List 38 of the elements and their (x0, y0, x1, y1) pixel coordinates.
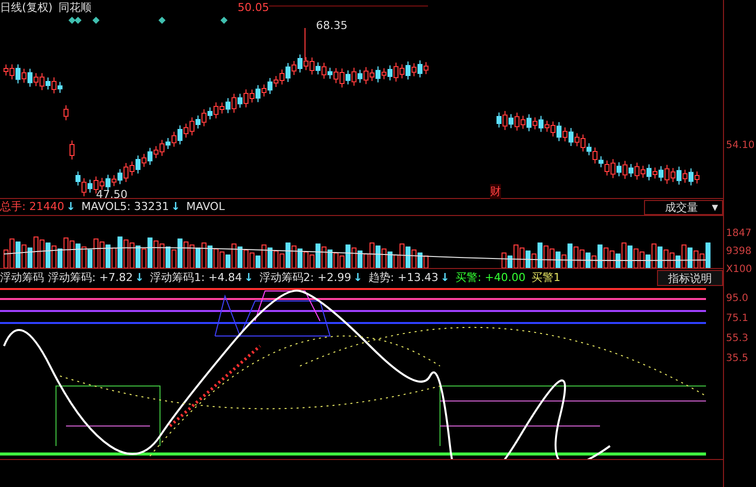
diamond-icon (220, 16, 228, 24)
dropdown-caret-icon: ▼ (712, 202, 718, 212)
indicator-dropdown[interactable]: 成交量 ▼ (644, 200, 723, 214)
high-price-leader-line (304, 28, 306, 60)
low-price-label: 47.50 (96, 188, 128, 201)
indicator-axis-label: 75.1 (726, 313, 748, 324)
indicator-axis-label: 35.5 (726, 353, 748, 364)
diamond-icon (92, 16, 100, 24)
finance-marker: 财 (490, 184, 501, 199)
indicator-reading: 买警1 (531, 270, 560, 284)
dropdown-label: 成交量 (664, 200, 698, 214)
down-arrow-icon: ↓ (353, 270, 362, 284)
indicator-reading: MAVOL5: 33231 (81, 200, 170, 214)
indicator-reading: 买警: +40.00 (456, 270, 526, 284)
volume-axis-label: 9398 (726, 246, 752, 257)
volume-axis-label: 1847 (726, 228, 752, 239)
down-arrow-icon: ↓ (134, 270, 144, 284)
diamond-icon (158, 16, 166, 24)
down-arrow-icon: ↓ (440, 270, 450, 284)
indicator-help-button[interactable]: 指标说明 (657, 270, 723, 286)
indicator-name: 浮动筹码 (0, 270, 44, 285)
indicator-reading: 浮动筹码: +7.82 (48, 270, 133, 284)
indicator-reading: 趋势: +13.43 (368, 270, 438, 284)
volume-axis-label: X100 (726, 264, 752, 275)
price-reading: 50.05 (238, 0, 270, 14)
indicator-reading: 浮动筹码2: +2.99 (259, 270, 352, 284)
indicator-reading: 浮动筹码1: +4.84 (150, 270, 242, 284)
down-arrow-icon: ↓ (66, 200, 76, 214)
indicator-reading: 总手: 21440 (0, 200, 64, 214)
high-price-label: 68.35 (316, 19, 348, 32)
price-axis-label: 54.10 (726, 140, 755, 151)
down-arrow-icon: ↓ (244, 270, 254, 284)
indicator-axis-label: 95.0 (726, 293, 748, 304)
down-arrow-icon: ↓ (171, 200, 180, 214)
app-name: 同花顺 (58, 0, 92, 14)
indicator-axis-label: 55.3 (726, 333, 748, 344)
period-label: 日线(复权) (0, 0, 53, 14)
indicator-reading: MAVOL (186, 200, 225, 214)
